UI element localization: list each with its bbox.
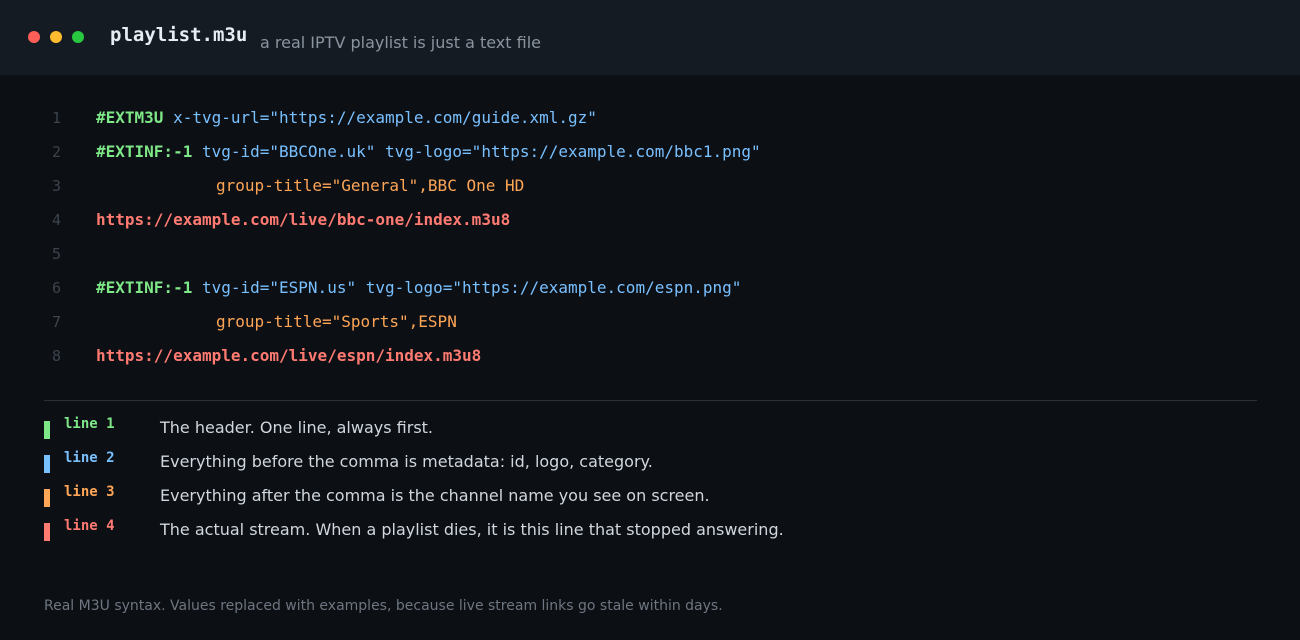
- stream-url-token: https://example.com/live/espn/index.m3u8: [96, 346, 482, 365]
- line-number: 4: [52, 211, 62, 229]
- legend-color-bar: [44, 523, 50, 541]
- legend-item: line 1 The header. One line, always firs…: [0, 412, 1300, 446]
- attribute-token: x-tvg-url="https://example.com/guide.xml…: [163, 108, 597, 127]
- legend-item: line 4 The actual stream. When a playlis…: [0, 514, 1300, 548]
- legend-label: line 1: [64, 416, 115, 432]
- line-number: 2: [52, 143, 62, 161]
- line-number: 8: [52, 347, 62, 365]
- code-text: #EXTINF:-1 tvg-id="BBCOne.uk" tvg-logo="…: [96, 142, 761, 161]
- attribute-token: tvg-id="ESPN.us" tvg-logo="https://examp…: [192, 278, 742, 297]
- code-text: #EXTM3U x-tvg-url="https://example.com/g…: [96, 108, 597, 127]
- code-line-6: 6 #EXTINF:-1 tvg-id="ESPN.us" tvg-logo="…: [0, 272, 1300, 306]
- code-line-4: 4 https://example.com/live/bbc-one/index…: [0, 204, 1300, 238]
- legend-label: line 3: [64, 484, 115, 500]
- legend-label: line 4: [64, 518, 115, 534]
- metadata-token: group-title="General",BBC One HD: [216, 176, 525, 195]
- line-number: 7: [52, 313, 62, 331]
- legend: line 1 The header. One line, always firs…: [0, 412, 1300, 548]
- code-text: #EXTINF:-1 tvg-id="ESPN.us" tvg-logo="ht…: [96, 278, 741, 297]
- legend-item: line 3 Everything after the comma is the…: [0, 480, 1300, 514]
- stream-url-token: https://example.com/live/bbc-one/index.m…: [96, 210, 511, 229]
- close-dot-icon[interactable]: [28, 31, 40, 43]
- directive-token: #EXTM3U: [96, 108, 164, 127]
- legend-description: Everything before the comma is metadata:…: [160, 452, 653, 471]
- line-number: 6: [52, 279, 62, 297]
- section-divider: [44, 400, 1257, 401]
- line-number: 1: [52, 109, 62, 127]
- code-line-5: 5: [0, 238, 1300, 272]
- legend-item: line 2 Everything before the comma is me…: [0, 446, 1300, 480]
- line-number: 3: [52, 177, 62, 195]
- code-line-2: 2 #EXTINF:-1 tvg-id="BBCOne.uk" tvg-logo…: [0, 136, 1300, 170]
- maximize-dot-icon[interactable]: [72, 31, 84, 43]
- legend-color-bar: [44, 455, 50, 473]
- window-subtitle: a real IPTV playlist is just a text file: [260, 33, 541, 52]
- footer-note: Real M3U syntax. Values replaced with ex…: [44, 598, 723, 614]
- legend-description: The actual stream. When a playlist dies,…: [160, 520, 784, 539]
- legend-label: line 2: [64, 450, 115, 466]
- directive-token: #EXTINF:-1: [96, 278, 193, 297]
- code-view: 1 #EXTM3U x-tvg-url="https://example.com…: [0, 102, 1300, 374]
- metadata-token: group-title="Sports",ESPN: [216, 312, 457, 331]
- legend-description: Everything after the comma is the channe…: [160, 486, 710, 505]
- attribute-token: tvg-id="BBCOne.uk" tvg-logo="https://exa…: [192, 142, 761, 161]
- minimize-dot-icon[interactable]: [50, 31, 62, 43]
- code-line-3: 3 group-title="General",BBC One HD: [0, 170, 1300, 204]
- code-line-8: 8 https://example.com/live/espn/index.m3…: [0, 340, 1300, 374]
- legend-color-bar: [44, 489, 50, 507]
- code-line-7: 7 group-title="Sports",ESPN: [0, 306, 1300, 340]
- code-line-1: 1 #EXTM3U x-tvg-url="https://example.com…: [0, 102, 1300, 136]
- window-titlebar: playlist.m3u a real IPTV playlist is jus…: [0, 0, 1300, 75]
- legend-color-bar: [44, 421, 50, 439]
- directive-token: #EXTINF:-1: [96, 142, 193, 161]
- line-number: 5: [52, 245, 62, 263]
- file-name: playlist.m3u: [110, 24, 248, 46]
- legend-description: The header. One line, always first.: [160, 418, 434, 437]
